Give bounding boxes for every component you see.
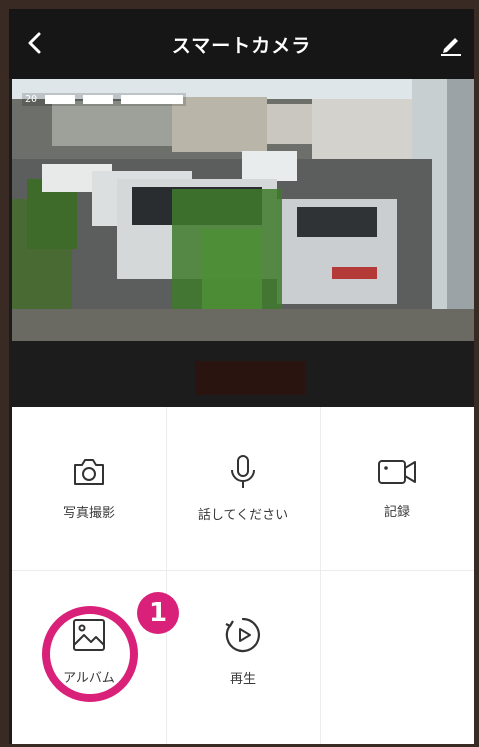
photo-capture-button[interactable]: 写真撮影 [12, 407, 166, 570]
record-label: 記録 [383, 505, 410, 520]
timestamp-redaction [121, 94, 184, 104]
playback-button[interactable]: 再生 [166, 570, 320, 733]
video-record-icon [378, 460, 416, 484]
photo-capture-label: 写真撮影 [62, 506, 115, 521]
timestamp-text: 20 [25, 94, 38, 105]
microphone-icon [231, 455, 255, 488]
edit-pencil-icon[interactable] [438, 31, 464, 57]
timestamp-redaction [83, 94, 114, 104]
app-screen: スマートカメラ 20 写真撮影 話してください 記録 アルバム 再生 1 [9, 9, 474, 744]
timestamp-redaction [45, 94, 76, 104]
step-number-badge: 1 [137, 592, 179, 634]
video-timestamp: 20 [22, 93, 187, 106]
playback-label: 再生 [229, 672, 256, 687]
camera-scene-image [12, 79, 474, 341]
header-bar: スマートカメラ [9, 9, 474, 79]
talk-label: 話してください [197, 508, 289, 523]
talk-button[interactable]: 話してください [166, 407, 320, 570]
camera-icon [74, 459, 104, 485]
playback-icon [225, 617, 260, 653]
highlight-circle [42, 606, 138, 702]
redacted-time-box [195, 361, 305, 395]
empty-cell [320, 570, 474, 733]
camera-live-view[interactable]: 20 [12, 79, 474, 341]
record-button[interactable]: 記録 [320, 407, 474, 570]
page-title: スマートカメラ [171, 35, 312, 57]
